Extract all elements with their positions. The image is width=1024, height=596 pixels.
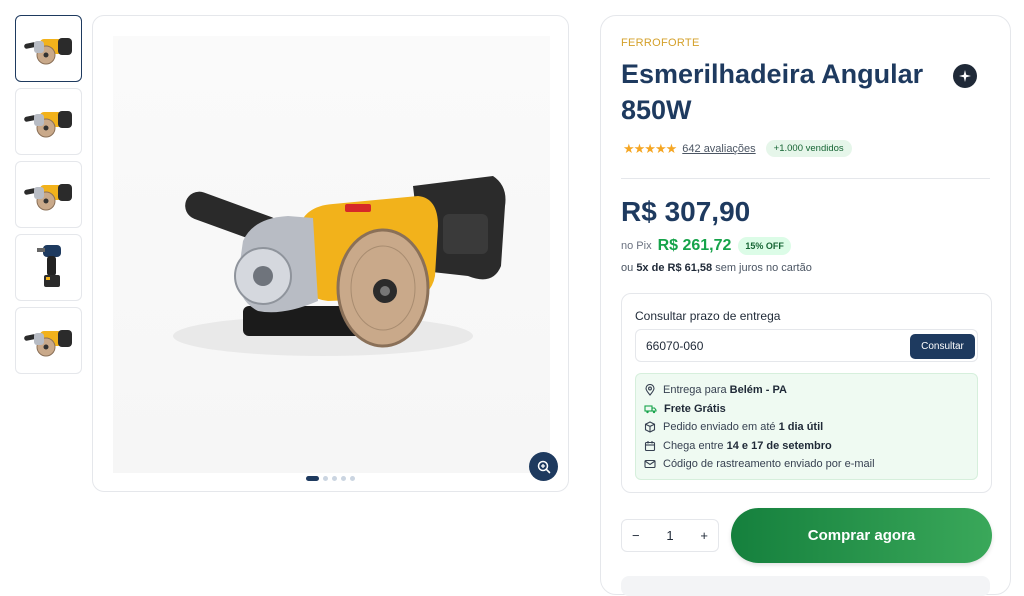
carousel-dot[interactable] bbox=[350, 476, 355, 481]
thumbnail-3[interactable] bbox=[15, 161, 82, 228]
next-section-placeholder bbox=[621, 576, 990, 596]
sold-badge: +1.000 vendidos bbox=[765, 140, 852, 157]
installment-value: 5x de R$ 61,58 bbox=[636, 262, 713, 274]
buy-now-button[interactable]: Comprar agora bbox=[731, 508, 992, 563]
calendar-icon bbox=[644, 440, 656, 451]
quantity-value[interactable]: 1 bbox=[666, 528, 673, 543]
tracking-label: Código de rastreamento enviado por e-mai… bbox=[663, 458, 875, 471]
free-shipping-row: Frete Grátis bbox=[644, 400, 969, 419]
delivery-box: Consultar prazo de entrega Consultar Ent… bbox=[621, 293, 992, 493]
delivery-location-label: Entrega para bbox=[663, 384, 727, 397]
mail-icon bbox=[644, 460, 656, 469]
installment-suffix: sem juros no cartão bbox=[715, 262, 812, 274]
angle-grinder-icon bbox=[23, 110, 72, 137]
angle-grinder-icon bbox=[23, 183, 72, 210]
carousel-dots bbox=[93, 476, 568, 481]
rating-row: ★★★★★ 642 avaliações +1.000 vendidos bbox=[623, 140, 852, 157]
thumbnail-list bbox=[15, 15, 82, 380]
tracking-row: Código de rastreamento enviado por e-mai… bbox=[644, 455, 969, 474]
thumbnail-4[interactable] bbox=[15, 234, 82, 301]
carousel-dot[interactable] bbox=[341, 476, 346, 481]
increase-button[interactable]: + bbox=[700, 528, 708, 543]
pix-price-row: no Pix R$ 261,72 15% OFF bbox=[621, 237, 791, 255]
reviews-link[interactable]: 642 avaliações bbox=[682, 143, 755, 155]
arrival-row: Chega entre 14 e 17 de setembro bbox=[644, 437, 969, 456]
dispatch-value: 1 dia útil bbox=[778, 421, 824, 434]
zoom-in-icon bbox=[537, 460, 550, 473]
delivery-location-value: Belém - PA bbox=[729, 384, 787, 397]
discount-badge: 15% OFF bbox=[738, 237, 791, 255]
carousel-dot[interactable] bbox=[306, 476, 319, 481]
decrease-button[interactable]: − bbox=[632, 528, 640, 543]
thumbnail-2[interactable] bbox=[15, 88, 82, 155]
product-info-panel: FERROFORTE Esmerilhadeira Angular 850W ★… bbox=[600, 15, 1011, 596]
package-icon bbox=[644, 421, 656, 433]
brand-name[interactable]: FERROFORTE bbox=[621, 37, 700, 49]
angle-grinder-icon bbox=[23, 329, 72, 356]
pix-price: R$ 261,72 bbox=[657, 237, 732, 254]
angle-grinder-icon bbox=[23, 37, 72, 64]
star-rating: ★★★★★ bbox=[623, 140, 677, 156]
delivery-location-row: Entrega para Belém - PA bbox=[644, 381, 969, 400]
map-pin-icon bbox=[645, 384, 655, 397]
zoom-button[interactable] bbox=[529, 452, 558, 481]
thumbnail-1[interactable] bbox=[15, 15, 82, 82]
delivery-info: Entrega para Belém - PA Frete Grátis Ped… bbox=[635, 373, 978, 480]
installment-prefix: ou bbox=[621, 262, 634, 274]
product-price: R$ 307,90 bbox=[621, 196, 751, 227]
product-gallery bbox=[92, 15, 569, 492]
dispatch-label: Pedido enviado em até bbox=[663, 421, 776, 434]
quantity-stepper: − 1 + bbox=[621, 519, 719, 552]
carousel-dot[interactable] bbox=[332, 476, 337, 481]
sparkle-icon bbox=[959, 70, 971, 82]
dispatch-row: Pedido enviado em até 1 dia útil bbox=[644, 418, 969, 437]
carousel-dot[interactable] bbox=[323, 476, 328, 481]
ai-assistant-button[interactable] bbox=[953, 64, 977, 88]
arrival-value: 14 e 17 de setembro bbox=[726, 439, 832, 452]
thumbnail-5[interactable] bbox=[15, 307, 82, 374]
free-shipping-label: Frete Grátis bbox=[664, 402, 726, 415]
delivery-title: Consultar prazo de entrega bbox=[635, 309, 781, 323]
pix-label: no Pix bbox=[621, 240, 652, 252]
angle-grinder-image bbox=[173, 176, 506, 356]
installment-info: ou 5x de R$ 61,58 sem juros no cartão bbox=[621, 262, 812, 274]
cordless-drill-icon bbox=[36, 244, 61, 287]
divider bbox=[621, 178, 990, 179]
truck-icon bbox=[644, 405, 657, 413]
product-title: Esmerilhadeira Angular 850W bbox=[621, 59, 924, 125]
product-image[interactable] bbox=[113, 36, 550, 473]
consultar-button[interactable]: Consultar bbox=[910, 334, 975, 359]
arrival-label: Chega entre bbox=[663, 439, 724, 452]
